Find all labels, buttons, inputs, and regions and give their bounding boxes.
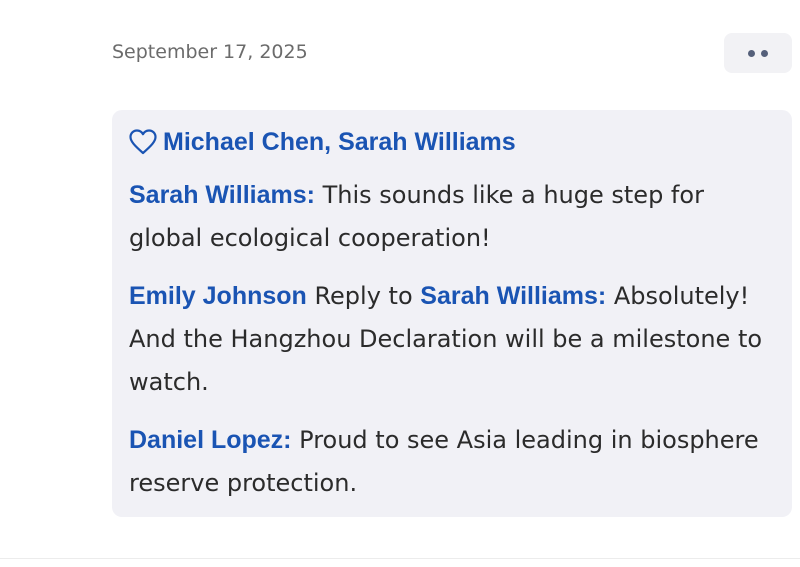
liker-name[interactable]: Michael Chen — [163, 128, 324, 156]
likers-list: Michael Chen, Sarah Williams — [163, 124, 516, 160]
reply-label: Reply to — [306, 282, 421, 310]
divider — [0, 558, 800, 559]
comment: Emily Johnson Reply to Sarah Williams: A… — [129, 275, 776, 404]
comment-author[interactable]: Emily Johnson — [129, 282, 307, 310]
comment: Daniel Lopez: Proud to see Asia leading … — [129, 419, 776, 505]
likes-row: Michael Chen, Sarah Williams — [129, 124, 776, 160]
reply-target[interactable]: Sarah Williams: — [420, 282, 606, 310]
liker-separator: , — [324, 128, 339, 156]
post-date: September 17, 2025 — [112, 41, 308, 63]
more-dot-icon — [761, 49, 768, 57]
more-dot-icon — [748, 49, 755, 57]
comment-author[interactable]: Daniel Lopez: — [129, 426, 292, 454]
more-options-button[interactable] — [724, 33, 792, 73]
liker-name[interactable]: Sarah Williams — [338, 128, 516, 156]
comment-author[interactable]: Sarah Williams: — [129, 181, 315, 209]
comment: Sarah Williams: This sounds like a huge … — [129, 174, 776, 260]
heart-icon[interactable] — [129, 128, 157, 156]
comments-panel: Michael Chen, Sarah Williams Sarah Willi… — [112, 110, 792, 517]
